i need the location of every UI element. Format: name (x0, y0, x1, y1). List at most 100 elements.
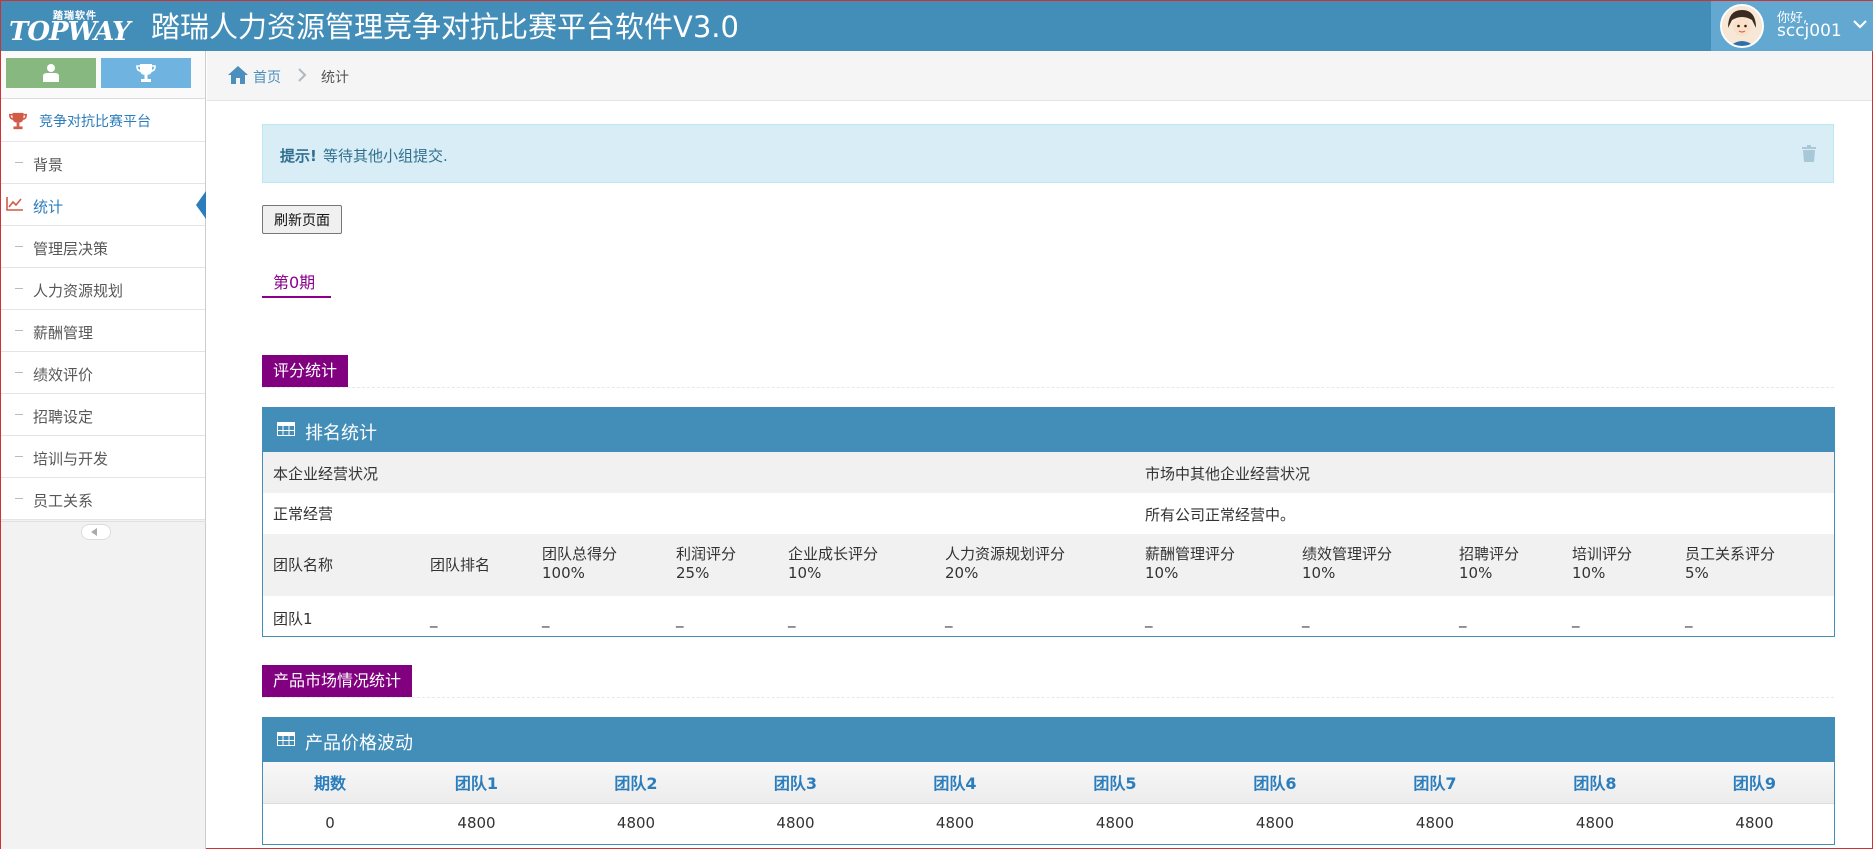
section-divider (262, 697, 1834, 698)
table-cell: _ (1302, 610, 1310, 628)
table-cell: _ (1459, 610, 1467, 628)
column-header: 团队总得分 100% (542, 545, 618, 582)
logo-text: TOPWAY (9, 17, 131, 47)
market-status-label: 市场中其他企业经营状况 (1145, 465, 1311, 483)
sidebar-item-background[interactable]: 背景 (1, 142, 205, 184)
sidebar-menu: 背景 统计 管理层决策 人力资源规划 薪酬管理 绩效评价 招聘设定 培训与开发 … (1, 142, 206, 520)
sidebar-item-label: 绩效评价 (33, 366, 94, 384)
table-cell: _ (676, 610, 684, 628)
trash-icon[interactable] (1801, 145, 1817, 163)
line-chart-icon (6, 197, 23, 211)
alert-message: 等待其他小组提交. (323, 147, 448, 165)
section-label-score: 评分统计 (262, 355, 349, 387)
sidebar-collapse-button[interactable] (81, 524, 111, 540)
avatar-icon (1722, 6, 1762, 46)
tab-period-0[interactable]: 第0期 (262, 265, 331, 298)
sidebar-item-label: 统计 (33, 198, 64, 216)
refresh-page-button[interactable]: 刷新页面 (262, 205, 342, 234)
column-header: 薪酬管理评分 10% (1145, 545, 1236, 582)
column-header: 团队9 (1675, 762, 1834, 804)
table-row: 0 4800 4800 4800 4800 4800 4800 4800 480… (263, 803, 1834, 842)
column-header: 团队5 (1035, 762, 1195, 804)
table-icon (277, 422, 295, 436)
own-status-value: 正常经营 (273, 505, 334, 523)
sidebar-item-label: 员工关系 (33, 492, 94, 510)
panel-header: 产品价格波动 (263, 718, 1834, 762)
breadcrumb-home-link[interactable]: 首页 (253, 67, 281, 87)
menu-dash (15, 456, 23, 457)
panel-title: 排名统计 (305, 423, 377, 444)
ranking-panel: 排名统计 本企业经营状况 市场中其他企业经营状况 正常经营 所有公司正常经营中。… (262, 407, 1835, 637)
table-icon (277, 732, 295, 746)
main-content: 提示! 等待其他小组提交. 刷新页面 第0期 评分统计 排名统计 本企业经营状况… (207, 102, 1872, 849)
table-cell: _ (1685, 610, 1693, 628)
topway-logo[interactable]: 踏瑞软件 TOPWAY (7, 5, 131, 47)
table-cell: 4800 (1255, 813, 1295, 832)
active-indicator-arrow (196, 191, 206, 219)
section-label-market: 产品市场情况统计 (262, 665, 413, 697)
menu-dash (15, 330, 23, 331)
table-row: 本企业经营状况 市场中其他企业经营状况 (263, 452, 1834, 493)
column-header: 员工关系评分 5% (1685, 545, 1776, 582)
menu-dash (15, 498, 23, 499)
table-header-row: 期数 团队1 团队2 团队3 团队4 团队5 团队6 团队7 团队8 团队9 (263, 762, 1834, 804)
sidebar-item-label: 薪酬管理 (33, 324, 94, 342)
sidebar-item-training[interactable]: 培训与开发 (1, 436, 205, 478)
column-header: 团队名称 (273, 556, 334, 574)
top-navbar: 踏瑞软件 TOPWAY 踏瑞人力资源管理竞争对抗比赛平台软件V3.0 你好, s… (1, 1, 1873, 51)
user-shortcut-button[interactable] (6, 58, 96, 88)
sidebar-item-performance[interactable]: 绩效评价 (1, 352, 205, 394)
menu-dash (15, 162, 23, 163)
user-avatar (1720, 4, 1764, 48)
chevron-right-icon (298, 68, 307, 82)
panel-header: 排名统计 (263, 408, 1834, 452)
column-header: 团队排名 (430, 556, 491, 574)
app-title: 踏瑞人力资源管理竞争对抗比赛平台软件V3.0 (151, 10, 739, 44)
menu-dash (15, 246, 23, 247)
sidebar-item-label: 管理层决策 (33, 240, 109, 258)
sidebar-item-label: 背景 (33, 156, 64, 174)
sidebar-section-header[interactable]: 竞争对抗比赛平台 (1, 99, 205, 142)
trophy-shortcut-button[interactable] (101, 58, 191, 88)
table-cell: _ (945, 610, 953, 628)
user-menu[interactable]: 你好, sccj001 (1711, 1, 1873, 51)
home-icon[interactable] (227, 65, 249, 85)
alert-strong: 提示! (280, 147, 317, 165)
column-header: 企业成长评分 10% (788, 545, 879, 582)
table-cell: 4800 (935, 813, 975, 832)
sidebar-item-label: 招聘设定 (33, 408, 94, 426)
column-header: 团队4 (875, 762, 1035, 804)
column-header: 团队6 (1195, 762, 1355, 804)
sidebar-item-statistics[interactable]: 统计 (1, 184, 206, 226)
sidebar-item-compensation[interactable]: 薪酬管理 (1, 310, 205, 352)
breadcrumb: 首页 统计 (207, 51, 1872, 101)
table-cell: 4800 (457, 813, 496, 832)
table-cell: 0 (325, 813, 335, 832)
sidebar-item-hr-planning[interactable]: 人力资源规划 (1, 268, 205, 310)
trophy-icon (8, 112, 28, 130)
breadcrumb-current: 统计 (321, 70, 349, 86)
sidebar-item-management-decision[interactable]: 管理层决策 (1, 226, 205, 268)
table-row: 团队1 _ _ _ _ _ _ _ _ _ _ (263, 596, 1834, 636)
own-status-label: 本企业经营状况 (273, 465, 379, 483)
column-header: 培训评分 10% (1572, 545, 1633, 582)
price-table: 期数 团队1 团队2 团队3 团队4 团队5 团队6 团队7 团队8 团队9 0… (263, 762, 1834, 842)
sidebar-item-recruitment[interactable]: 招聘设定 (1, 394, 205, 436)
info-alert: 提示! 等待其他小组提交. (262, 124, 1834, 183)
column-header: 期数 (263, 762, 397, 804)
column-header: 绩效管理评分 10% (1302, 545, 1393, 582)
sidebar-shortcuts (1, 51, 205, 99)
chevron-down-icon[interactable] (1851, 15, 1869, 33)
column-header: 团队3 (716, 762, 875, 804)
user-icon (43, 64, 59, 82)
table-row: 正常经营 所有公司正常经营中。 (263, 493, 1834, 534)
market-status-value: 所有公司正常经营中。 (1145, 506, 1296, 524)
column-header: 招聘评分 10% (1459, 545, 1520, 582)
panel-title: 产品价格波动 (305, 733, 413, 754)
table-cell: _ (1145, 610, 1153, 628)
sidebar-item-employee-relations[interactable]: 员工关系 (1, 478, 205, 520)
table-cell: _ (788, 610, 796, 628)
table-cell: 4800 (776, 813, 815, 832)
table-cell: _ (542, 610, 550, 628)
sidebar: 竞争对抗比赛平台 背景 统计 管理层决策 人力资源规划 薪酬管理 绩效评价 招聘… (1, 51, 206, 849)
